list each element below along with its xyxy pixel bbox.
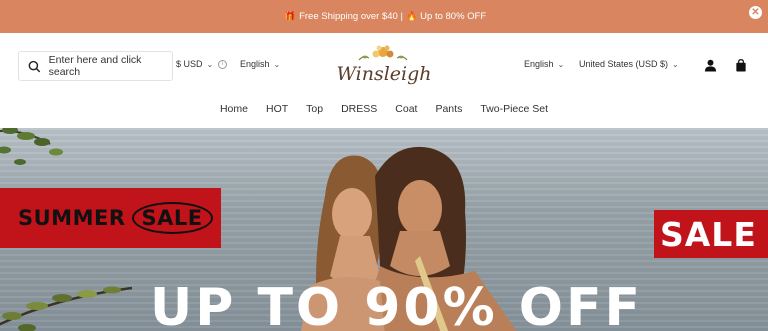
bag-icon [736,58,746,72]
account-button[interactable] [702,57,718,73]
language-selector-left[interactable]: English ⌄ [240,59,280,69]
fire-icon: 🔥 [405,11,418,21]
nav-item-dress[interactable]: DRESS [341,103,377,115]
sale-badge-right: SALE [654,210,768,258]
search-icon [28,60,41,72]
region-label: United States (USD $) [579,59,669,69]
sale-badge-text: SALE [660,214,757,254]
hero-banner[interactable]: SUMMER SALE SALE UP TO 90% OFF [0,128,768,331]
announcement-discount: Up to 80% OFF [420,11,487,22]
user-icon [704,59,716,72]
foliage-image [0,286,133,331]
nav-item-two-piece-set[interactable]: Two-Piece Set [480,103,548,115]
language-label-left: English [240,59,270,69]
search-input[interactable]: Enter here and click search [18,51,173,81]
chevron-down-icon: ⌄ [557,59,565,69]
chevron-down-icon: ⌄ [206,59,214,69]
gift-icon: 🎁 [284,11,297,21]
brand-logo[interactable]: Winsleigh [333,41,435,91]
summer-word: SUMMER [18,206,126,230]
chevron-down-icon: ⌄ [273,59,281,69]
foliage-image [0,128,63,165]
main-nav: Home HOT Top DRESS Coat Pants Two-Piece … [0,103,768,115]
cart-button[interactable] [733,57,749,73]
nav-item-pants[interactable]: Pants [435,103,462,115]
announcement-bar: 🎁 Free Shipping over $40 | 🔥 Up to 80% O… [0,0,768,33]
close-icon[interactable]: ✕ [749,6,762,19]
hero-headline: UP TO 90% OFF [150,278,644,331]
nav-item-home[interactable]: Home [220,103,248,115]
region-selector[interactable]: United States (USD $) ⌄ [579,59,679,69]
info-icon[interactable]: i [218,59,228,69]
sale-word-circled: SALE [131,202,213,234]
currency-selector[interactable]: $ USD ⌄ i [176,59,228,69]
announcement-shipping: Free Shipping over $40 | [299,11,403,22]
language-selector-right[interactable]: English ⌄ [524,59,564,69]
brand-name: Winsleigh [336,63,432,85]
search-placeholder: Enter here and click search [48,54,142,78]
nav-item-hot[interactable]: HOT [266,103,288,115]
summer-sale-badge: SUMMER SALE [0,188,221,248]
chevron-down-icon: ⌄ [672,59,679,69]
language-label-right: English [524,59,554,69]
currency-label: $ USD [176,59,203,69]
nav-item-coat[interactable]: Coat [395,103,417,115]
site-header: Enter here and click search $ USD ⌄ i En… [0,33,768,128]
nav-item-top[interactable]: Top [306,103,323,115]
